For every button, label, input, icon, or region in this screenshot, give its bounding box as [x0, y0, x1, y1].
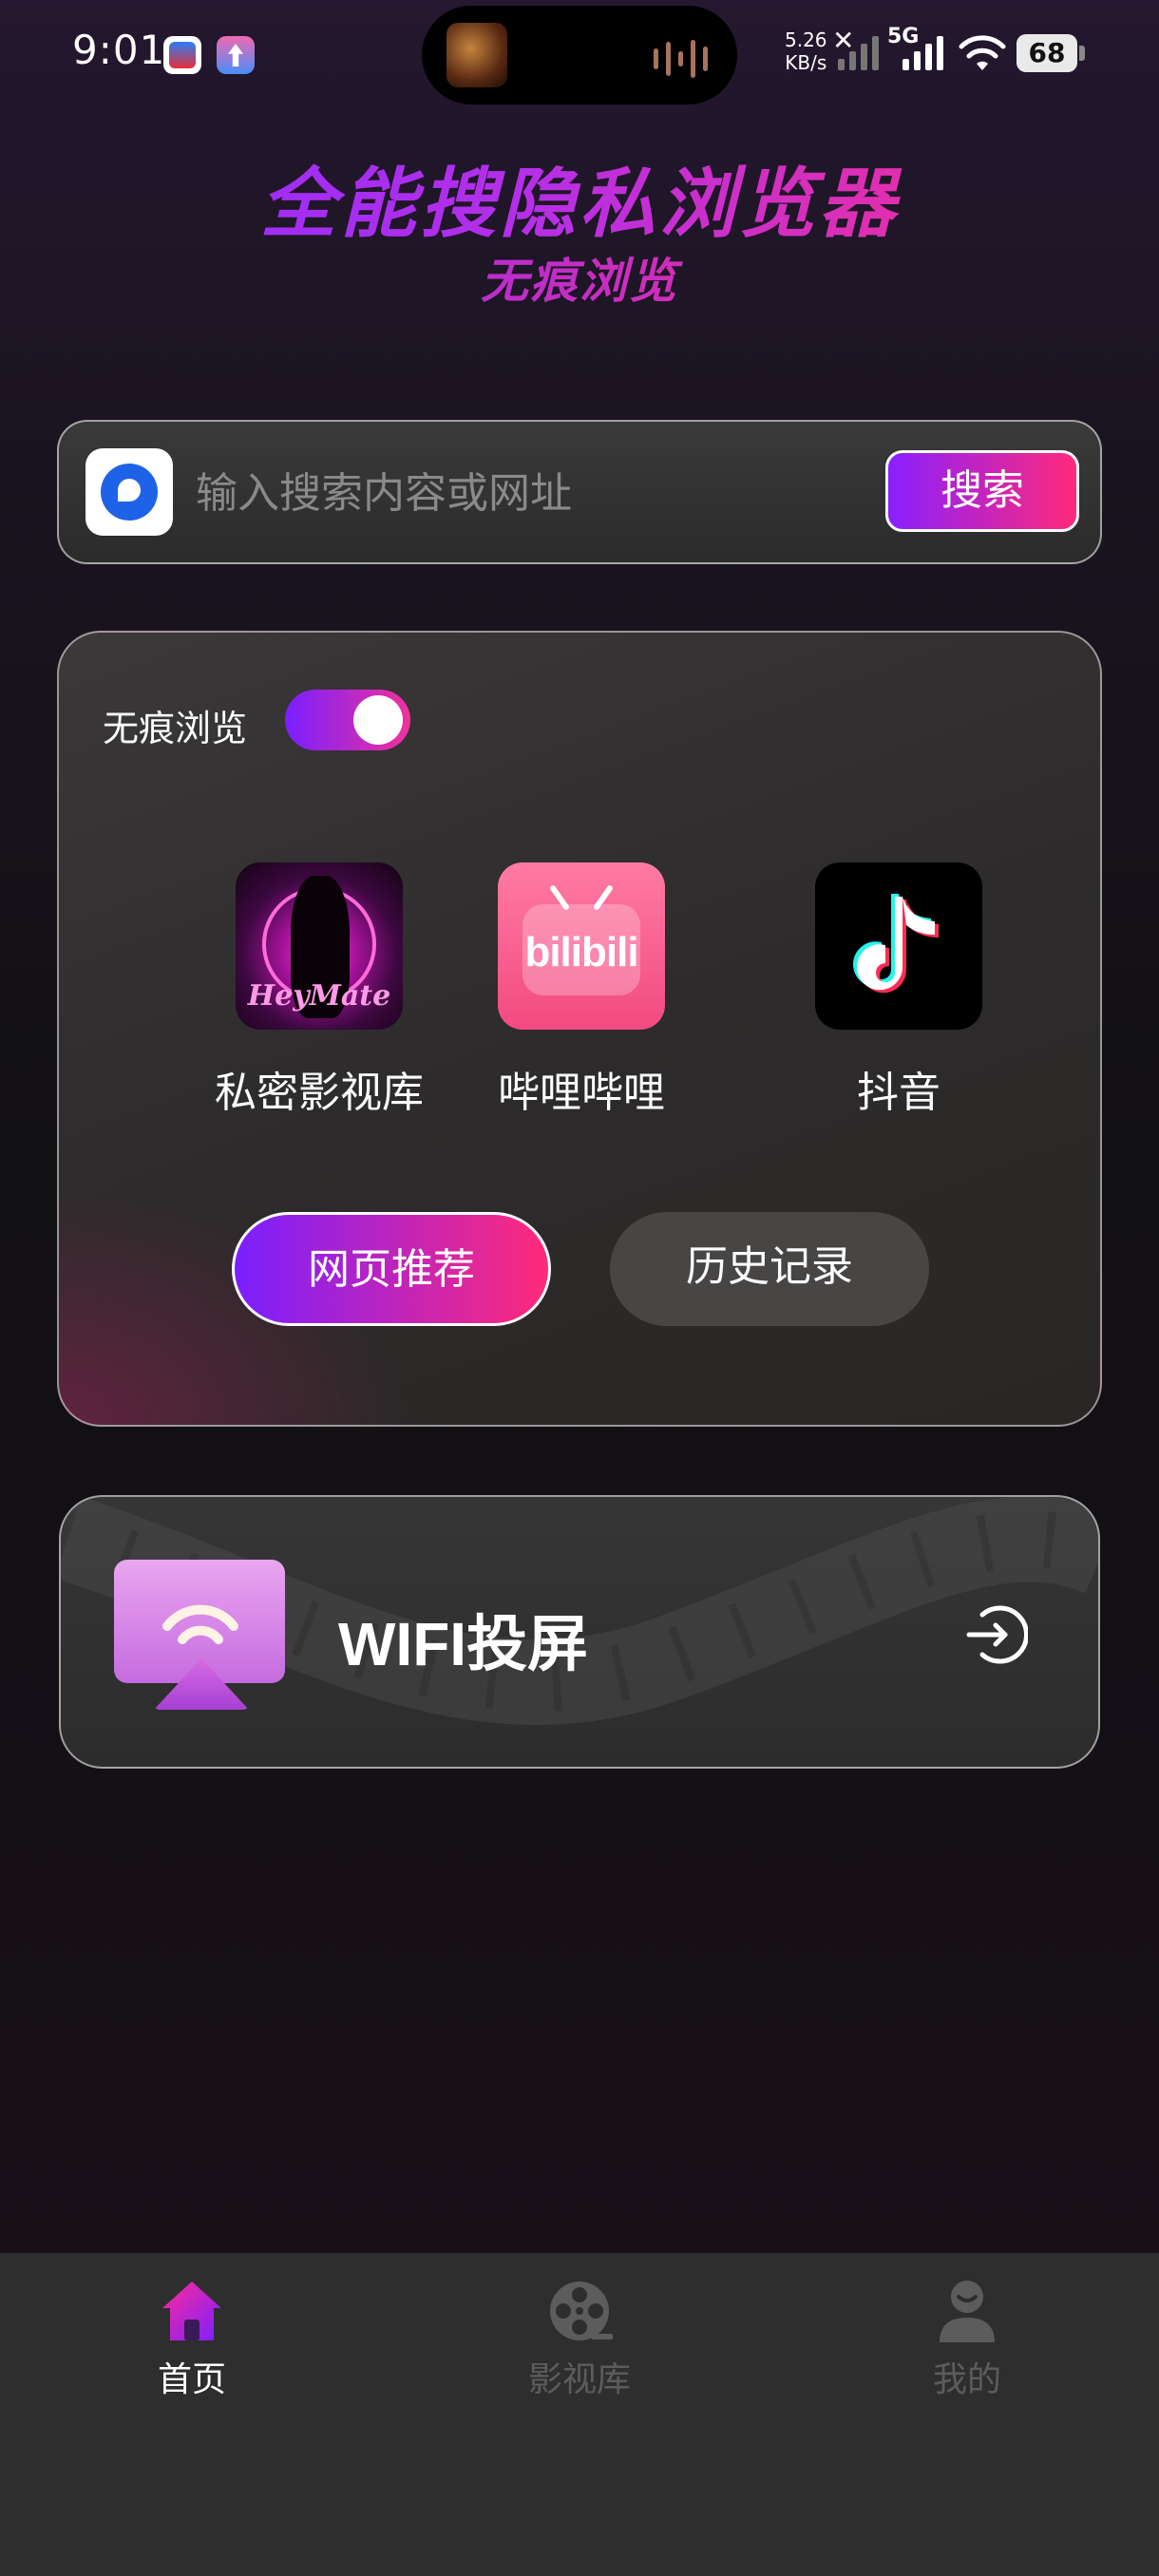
- nav-label: 影视库: [527, 2360, 631, 2399]
- bottom-nav: 首页 影视库 我的: [0, 2253, 1159, 2576]
- battery-indicator: 68: [1016, 34, 1085, 72]
- dynamic-island-media[interactable]: [422, 6, 737, 104]
- web-recommend-button[interactable]: 网页推荐: [232, 1212, 551, 1326]
- shortcut-label: 哔哩哔哩: [498, 1069, 665, 1117]
- shortcut-label: 私密影视库: [215, 1069, 424, 1117]
- status-time: 9:01: [72, 27, 166, 73]
- nav-home[interactable]: 首页: [78, 2278, 306, 2401]
- network-speed: 5.26 KB/s: [785, 28, 827, 74]
- app-title: 全能搜隐私浏览器: [0, 142, 1159, 253]
- bilibili-app-icon: bilibili: [498, 862, 665, 1030]
- screen-cast-icon: [114, 1560, 289, 1710]
- upload-notification-icon: [217, 36, 255, 74]
- browse-card: 无痕浏览 HeyMate 私密影视库 bilibili 哔哩哔哩 抖音 网页推荐…: [57, 631, 1102, 1427]
- nav-video-library[interactable]: 影视库: [466, 2278, 694, 2401]
- history-button[interactable]: 历史记录: [610, 1212, 929, 1326]
- tiktok-app-icon: [815, 862, 982, 1030]
- wifi-cast-card[interactable]: WIFI投屏: [59, 1495, 1100, 1769]
- app-subtitle: 无痕浏览: [0, 243, 1159, 312]
- status-bar: 9:01 5.26 KB/s ✕ 5G 68: [0, 0, 1159, 104]
- user-icon: [940, 2281, 995, 2342]
- shortcut-douyin[interactable]: 抖音: [756, 862, 1041, 1119]
- browser-logo-icon: [86, 448, 173, 536]
- signal-sim2-icon: [902, 34, 943, 70]
- heymate-app-icon: HeyMate: [236, 862, 403, 1030]
- search-input[interactable]: [196, 460, 918, 526]
- nav-label: 首页: [157, 2360, 226, 2399]
- wifi-cast-title: WIFI投屏: [338, 1610, 589, 1678]
- incognito-label: 无痕浏览: [103, 708, 248, 749]
- incognito-toggle[interactable]: [285, 690, 410, 750]
- shortcut-private-video-library[interactable]: HeyMate 私密影视库: [177, 862, 462, 1119]
- wifi-status-icon: [959, 35, 1006, 70]
- signal-sim1-icon: [838, 34, 879, 70]
- audio-wave-icon: [654, 40, 712, 78]
- search-bar: 搜索: [57, 420, 1102, 564]
- film-reel-icon: [550, 2282, 613, 2340]
- nav-label: 我的: [932, 2360, 1001, 2399]
- notification-app-icon: [163, 36, 201, 74]
- search-button[interactable]: 搜索: [885, 450, 1079, 532]
- media-thumbnail: [446, 23, 507, 87]
- arrow-enter-icon[interactable]: [961, 1601, 1028, 1668]
- home-icon: [162, 2282, 221, 2340]
- shortcut-label: 抖音: [857, 1069, 940, 1117]
- nav-profile[interactable]: 我的: [853, 2278, 1081, 2401]
- shortcut-bilibili[interactable]: bilibili 哔哩哔哩: [439, 862, 724, 1119]
